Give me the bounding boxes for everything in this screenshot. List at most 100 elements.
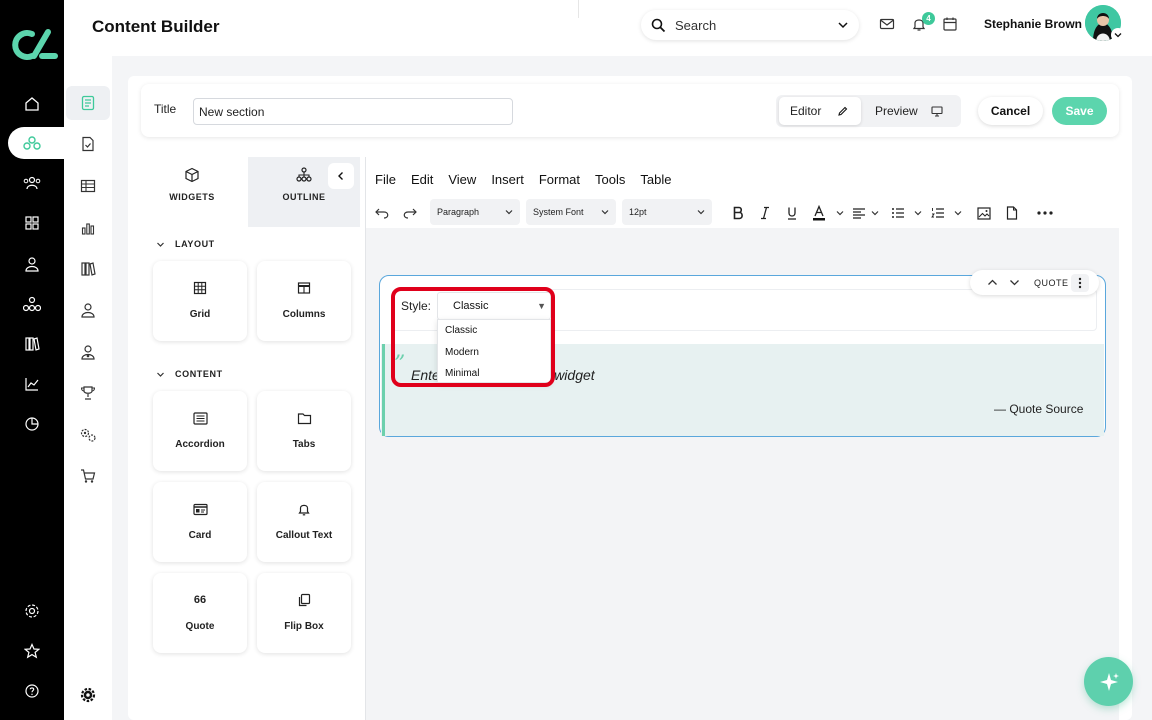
users-group-icon[interactable]: [22, 173, 42, 193]
widget-flip-box[interactable]: Flip Box: [257, 573, 351, 653]
block-format-select[interactable]: Paragraph: [430, 199, 520, 225]
widget-grid[interactable]: Grid: [153, 261, 247, 341]
menu-edit[interactable]: Edit: [411, 172, 433, 187]
align-left-icon[interactable]: [851, 205, 867, 221]
font-size-value: 12pt: [629, 207, 647, 217]
star-icon[interactable]: [22, 641, 42, 661]
section-layout-header[interactable]: LAYOUT: [156, 239, 215, 249]
tab-widgets[interactable]: WIDGETS: [142, 157, 242, 227]
notification-badge: 4: [922, 12, 935, 25]
move-up-icon[interactable]: [987, 277, 998, 288]
org-chart-icon[interactable]: [22, 294, 42, 314]
search-icon: [651, 18, 666, 33]
redo-icon[interactable]: [402, 205, 418, 221]
preview-mode-button[interactable]: Preview: [864, 97, 958, 125]
editor-mode-button[interactable]: Editor: [779, 97, 861, 125]
chevron-down-icon[interactable]: [837, 19, 849, 31]
highlight-annotation: [391, 287, 555, 387]
avatar-chevron-icon[interactable]: [1111, 28, 1125, 42]
settings-gear-icon[interactable]: [22, 601, 42, 621]
pie-chart-icon[interactable]: [22, 414, 42, 434]
tab-outline-label: OUTLINE: [282, 192, 326, 202]
pencil-icon: [837, 106, 848, 117]
more-vertical-icon[interactable]: [1071, 274, 1089, 292]
menu-file[interactable]: File: [375, 172, 396, 187]
panel-settings-icon[interactable]: [78, 685, 98, 705]
chevron-down-icon[interactable]: [950, 205, 966, 221]
library-books-icon[interactable]: [22, 334, 42, 354]
user-name[interactable]: Stephanie Brown: [984, 17, 1082, 31]
tab-widgets-label: WIDGETS: [169, 192, 215, 202]
widget-accordion-label: Accordion: [175, 439, 225, 450]
help-icon[interactable]: [22, 681, 42, 701]
underline-icon[interactable]: [784, 205, 800, 221]
collapse-panel-button[interactable]: [328, 163, 354, 189]
line-chart-icon[interactable]: [22, 374, 42, 394]
widget-tabs-label: Tabs: [292, 439, 316, 450]
widget-accordion[interactable]: Accordion: [153, 391, 247, 471]
move-down-icon[interactable]: [1009, 277, 1020, 288]
ai-assistant-button[interactable]: [1084, 657, 1133, 706]
gears-icon[interactable]: [78, 425, 98, 445]
home-icon[interactable]: [22, 94, 42, 114]
italic-icon[interactable]: [757, 205, 773, 221]
page-title: Content Builder: [92, 17, 220, 36]
cube-icon: [184, 167, 200, 183]
menu-view[interactable]: View: [448, 172, 476, 187]
bar-chart-icon[interactable]: [78, 218, 98, 238]
menu-table[interactable]: Table: [640, 172, 671, 187]
books-icon[interactable]: [78, 259, 98, 279]
table-icon[interactable]: [78, 176, 98, 196]
undo-icon[interactable]: [374, 205, 390, 221]
search-box[interactable]: Search: [641, 10, 859, 40]
person-badge-icon[interactable]: [78, 342, 98, 362]
file-check-icon[interactable]: [78, 134, 98, 154]
calendar-icon[interactable]: [942, 16, 960, 34]
sparkle-icon: [1098, 671, 1120, 693]
cancel-button[interactable]: Cancel: [978, 97, 1043, 125]
apps-grid-icon[interactable]: [22, 213, 42, 233]
content-network-icon[interactable]: [22, 133, 42, 153]
search-input[interactable]: Search: [675, 18, 837, 33]
chevron-down-icon: [601, 210, 609, 215]
widget-callout-label: Callout Text: [275, 530, 333, 541]
widget-callout-text[interactable]: Callout Text: [257, 482, 351, 562]
widget-quote[interactable]: 66 Quote: [153, 573, 247, 653]
app-root: Content Builder Search 4 Stephanie Brown…: [0, 0, 1152, 720]
widget-columns[interactable]: Columns: [257, 261, 351, 341]
mail-icon[interactable]: [879, 16, 897, 34]
quote-controls: QUOTE: [970, 270, 1099, 295]
menu-format[interactable]: Format: [539, 172, 580, 187]
trophy-icon[interactable]: [78, 383, 98, 403]
chevron-down-icon[interactable]: [910, 205, 926, 221]
chevron-down-icon[interactable]: [867, 205, 883, 221]
font-family-select[interactable]: System Font: [526, 199, 616, 225]
section-content-header[interactable]: CONTENT: [156, 369, 223, 379]
quote-control-label: QUOTE: [1034, 278, 1069, 288]
menu-insert[interactable]: Insert: [491, 172, 524, 187]
image-icon[interactable]: [976, 205, 992, 221]
brand-logo-icon[interactable]: [8, 26, 58, 62]
hierarchy-icon: [296, 167, 312, 183]
menu-tools[interactable]: Tools: [595, 172, 625, 187]
cart-icon[interactable]: [78, 466, 98, 486]
widget-card[interactable]: Card: [153, 482, 247, 562]
page-icon[interactable]: [1004, 205, 1020, 221]
document-icon[interactable]: [78, 93, 98, 113]
text-color-icon[interactable]: [811, 205, 827, 221]
chevron-down-icon[interactable]: [832, 205, 848, 221]
more-horizontal-icon[interactable]: [1037, 205, 1053, 221]
person-icon[interactable]: [78, 300, 98, 320]
save-button[interactable]: Save: [1052, 97, 1107, 125]
widget-tabs[interactable]: Tabs: [257, 391, 351, 471]
editor-label: Editor: [790, 104, 822, 118]
widget-quote-label: Quote: [185, 621, 215, 632]
font-size-select[interactable]: 12pt: [622, 199, 712, 225]
bullet-list-icon[interactable]: [890, 205, 906, 221]
quote-source[interactable]: — Quote Source: [994, 402, 1083, 416]
numbered-list-icon[interactable]: [930, 205, 946, 221]
title-input[interactable]: [193, 98, 513, 125]
secondary-sidebar: [64, 0, 112, 720]
user-icon[interactable]: [22, 254, 42, 274]
bold-icon[interactable]: [730, 205, 746, 221]
